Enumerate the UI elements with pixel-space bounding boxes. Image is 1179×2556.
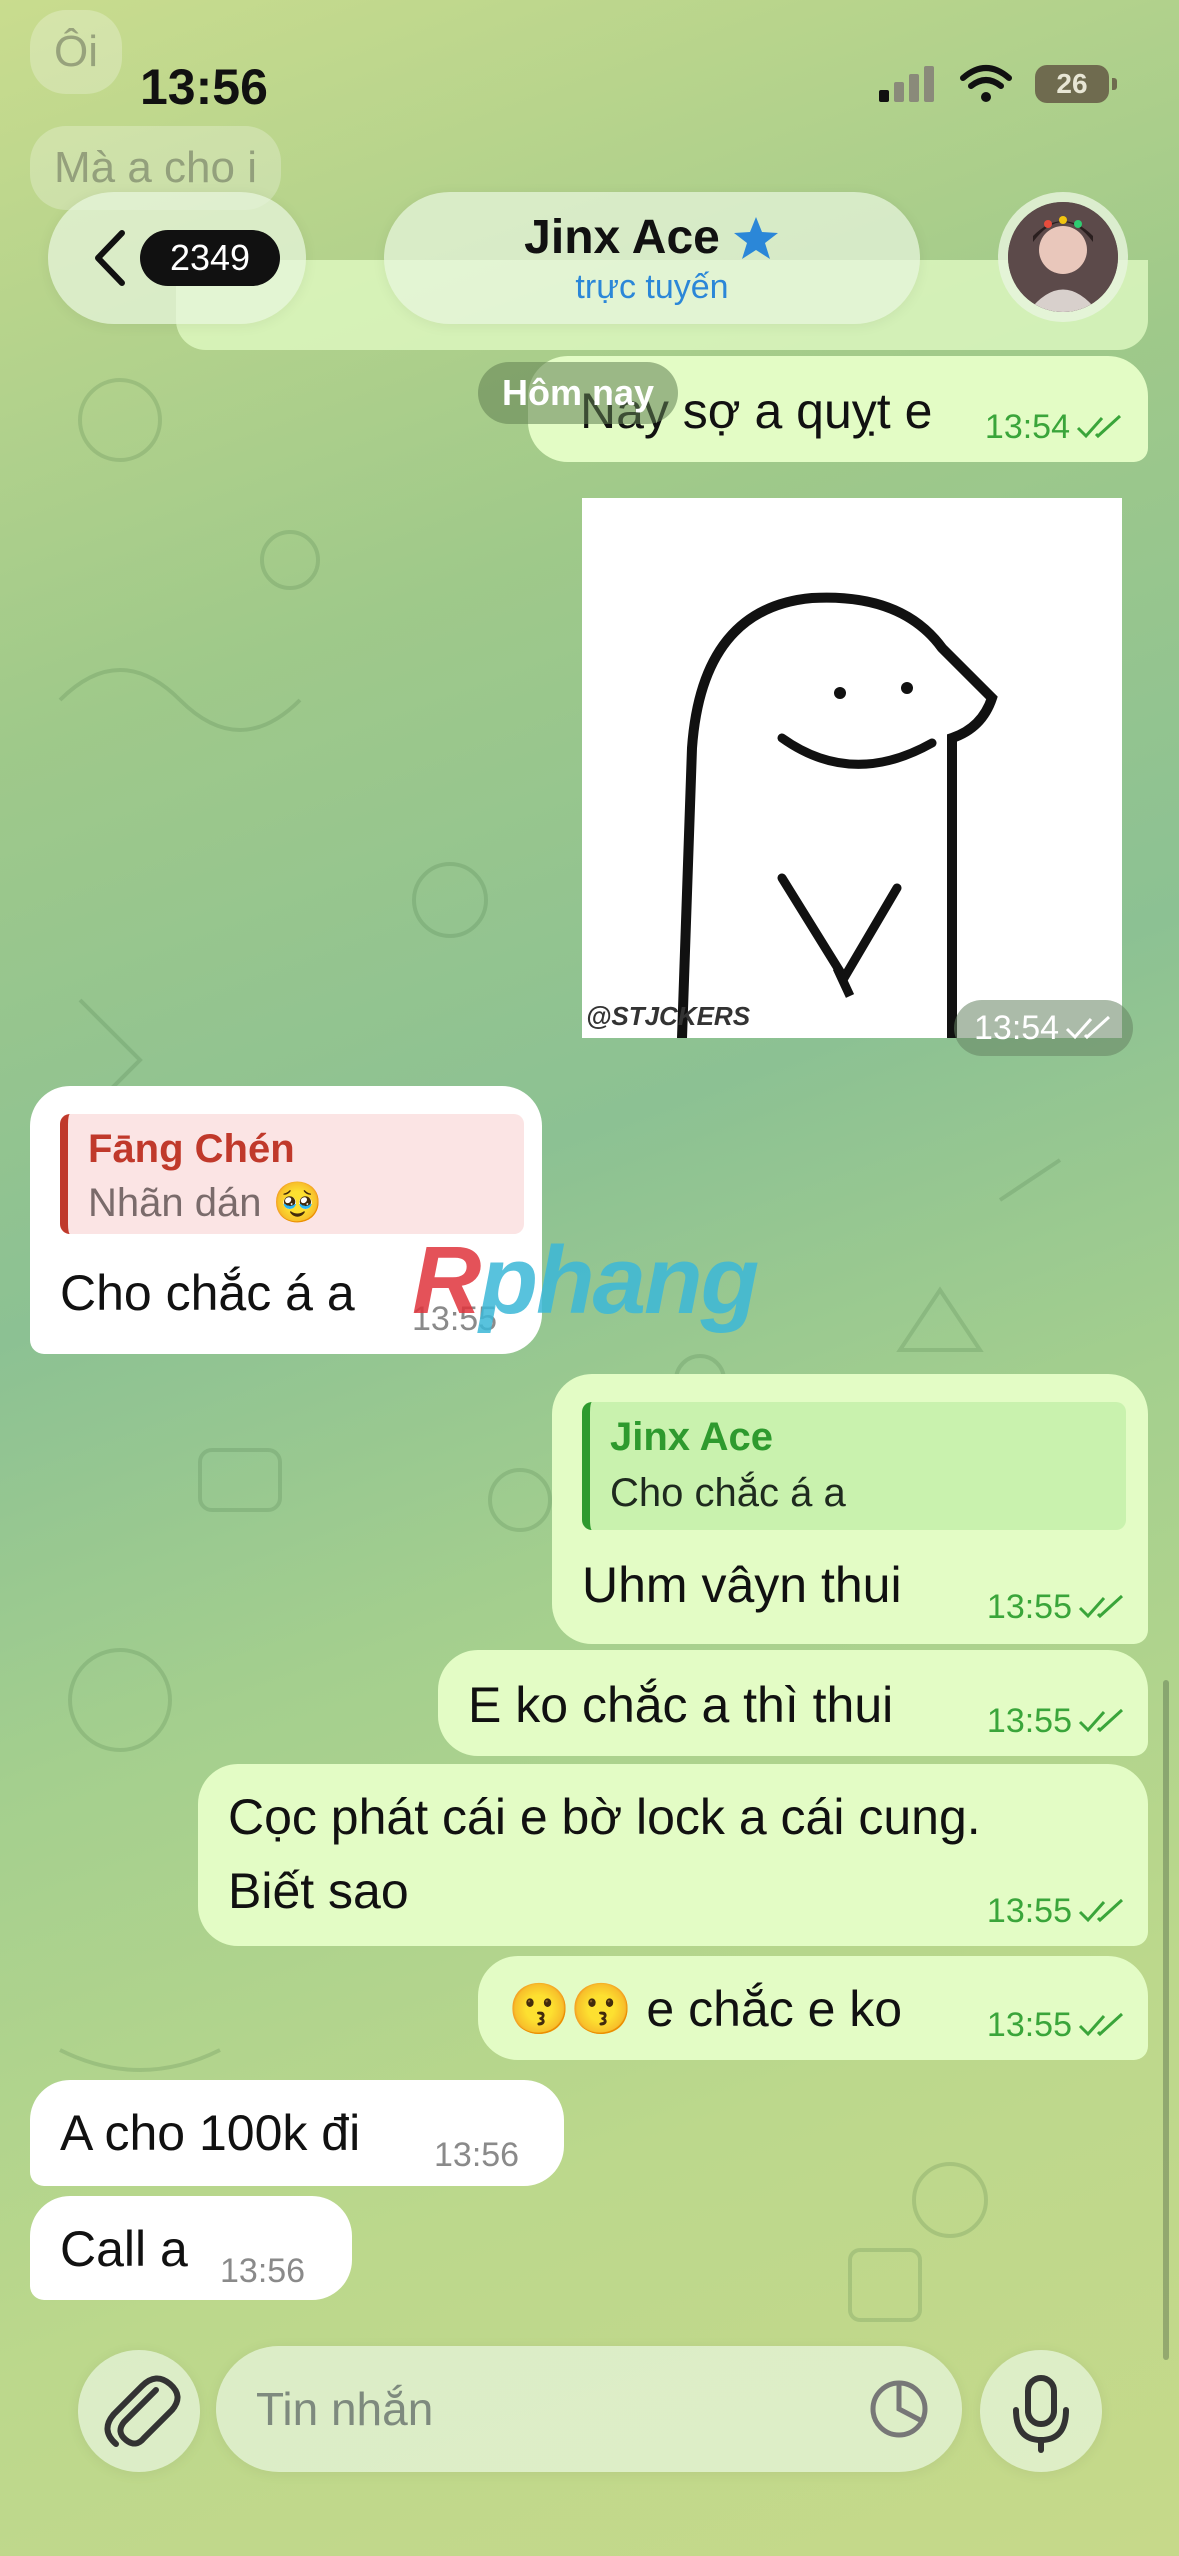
message-bubble-outgoing[interactable]: Cọc phát cái e bờ lock a cái cung. Biết …	[198, 1764, 1148, 1946]
older-message-ghost: Ôi	[30, 10, 122, 94]
message-meta: 13:55	[987, 1890, 1126, 1933]
read-ticks-icon	[1078, 1708, 1124, 1732]
message-time: 13:55	[986, 1891, 1072, 1930]
message-time: 13:55	[986, 1587, 1072, 1626]
read-ticks-icon	[1066, 1015, 1111, 1040]
sticker-watermark: @STJCKERS	[586, 1001, 751, 1031]
back-button[interactable]: 2349	[48, 192, 306, 324]
chevron-left-icon	[95, 230, 125, 286]
voice-record-button[interactable]	[980, 2350, 1102, 2472]
contact-avatar[interactable]	[998, 192, 1128, 322]
message-input[interactable]: Tin nhắn	[216, 2346, 962, 2472]
status-indicators: 26	[877, 64, 1117, 104]
read-ticks-icon	[1078, 1898, 1124, 1922]
contact-status: trực tuyến	[575, 268, 729, 306]
reply-author: Jinx Ace	[610, 1415, 774, 1459]
site-watermark: Rphang	[412, 1226, 759, 1336]
message-bubble-outgoing[interactable]: E ko chắc a thì thui 13:55	[438, 1650, 1148, 1756]
message-meta: 13:55	[987, 1700, 1126, 1743]
message-text: E ko chắc a thì thui	[468, 1677, 894, 1733]
attach-button[interactable]	[78, 2350, 200, 2472]
sticker-emoji-icon[interactable]	[866, 2376, 932, 2442]
read-ticks-icon	[1078, 1594, 1124, 1618]
status-time: 13:56	[140, 59, 268, 115]
reply-author: Fāng Chén	[88, 1127, 295, 1171]
message-bubble-outgoing[interactable]: Jinx Ace Cho chắc á a Uhm vâyn thui 13:5…	[552, 1374, 1148, 1644]
reply-text: Nhãn dán 🥹	[88, 1181, 323, 1225]
scrollbar[interactable]	[1163, 1680, 1169, 2360]
message-time: 13:56	[434, 2136, 520, 2174]
chat-screen: Ôi Mà a cho i Nay sợ a quỵt e 13:54 13:5…	[0, 0, 1179, 2556]
avatar-photo	[1008, 202, 1118, 312]
wifi-icon	[960, 65, 1012, 102]
sticker-time-label: 13:54	[974, 1008, 1060, 1047]
reply-text: Cho chắc á a	[610, 1471, 846, 1515]
message-meta: 13:56	[434, 2134, 519, 2177]
read-ticks-icon	[1078, 2012, 1124, 2036]
message-time: 13:54	[984, 407, 1070, 446]
battery-indicator: 26	[1035, 65, 1117, 103]
read-ticks-icon	[1076, 414, 1122, 438]
message-text-line-1: Cọc phát cái e bờ lock a cái cung.	[228, 1789, 981, 1845]
message-text: Call a	[60, 2221, 188, 2277]
sticker-image	[677, 592, 998, 1043]
sticker-message[interactable]: @STJCKERS	[582, 498, 1122, 1043]
reply-preview[interactable]: Jinx Ace Cho chắc á a	[582, 1402, 1126, 1530]
cellular-signal-icon	[879, 66, 934, 102]
message-meta: 13:55	[987, 2004, 1126, 2047]
message-text: Uhm vâyn thui	[582, 1557, 902, 1613]
message-input-placeholder: Tin nhắn	[256, 2383, 434, 2435]
message-text: 😗😗 e chắc e ko	[508, 1981, 903, 2037]
watermark-word: phang	[479, 1227, 759, 1334]
microphone-icon	[1013, 2375, 1069, 2453]
message-bubble-outgoing[interactable]: 😗😗 e chắc e ko 13:55	[478, 1956, 1148, 2060]
message-meta: 13:56	[220, 2250, 305, 2293]
message-text: A cho 100k đi	[60, 2105, 361, 2161]
chat-title[interactable]: Jinx Ace trực tuyến	[384, 192, 920, 324]
message-time: 13:55	[986, 1701, 1072, 1740]
message-time: 13:55	[986, 2005, 1072, 2044]
contact-name-row: Jinx Ace	[384, 210, 920, 265]
reply-preview[interactable]: Fāng Chén Nhãn dán 🥹	[60, 1114, 524, 1234]
message-meta: 13:54	[985, 406, 1124, 449]
premium-star-icon	[733, 216, 778, 259]
sticker-time: 13:54	[954, 1000, 1134, 1056]
message-text: Cho chắc á a	[60, 1265, 355, 1321]
date-separator: Hôm nay	[478, 362, 679, 424]
message-meta: 13:55	[987, 1586, 1126, 1629]
message-text-line-2: Biết sao	[228, 1863, 409, 1919]
contact-name: Jinx Ace	[524, 211, 720, 264]
message-bubble-incoming[interactable]: Call a 13:56	[30, 2196, 352, 2300]
message-bubble-incoming[interactable]: A cho 100k đi 13:56	[30, 2080, 564, 2186]
message-time: 13:56	[220, 2252, 306, 2290]
unread-count-badge: 2349	[140, 230, 280, 286]
paperclip-icon	[104, 2375, 181, 2447]
watermark-letter: R	[412, 1227, 481, 1334]
